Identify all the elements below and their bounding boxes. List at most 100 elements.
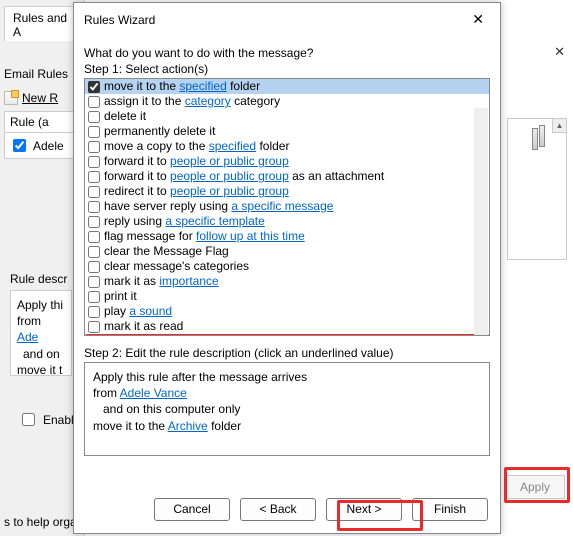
action-row[interactable]: reply using a specific template [85, 214, 489, 229]
rules-wizard-dialog: Rules Wizard ✕ What do you want to do wi… [73, 2, 501, 534]
action-label: assign it to the category category [104, 95, 280, 108]
new-rule-button[interactable]: New R [4, 91, 80, 105]
action-row[interactable]: mark it as importance [85, 274, 489, 289]
rule-column-header: Rule (a [4, 111, 80, 133]
desc-line1: Apply this rule after the message arrive… [93, 369, 481, 385]
cancel-button[interactable]: Cancel [154, 498, 230, 521]
action-row[interactable]: delete it [85, 109, 489, 124]
action-row[interactable]: forward it to people or public group [85, 154, 489, 169]
rule-row-name: Adele [33, 139, 64, 153]
action-checkbox[interactable] [88, 171, 100, 183]
finish-button[interactable]: Finish [412, 498, 488, 521]
desc-folder-link[interactable]: Archive [168, 419, 208, 433]
step2-label: Step 2: Edit the rule description (click… [84, 346, 490, 360]
action-label: redirect it to people or public group [104, 185, 289, 198]
rule-row-checkbox[interactable] [13, 139, 26, 152]
action-checkbox[interactable] [88, 306, 100, 318]
action-checkbox[interactable] [88, 276, 100, 288]
action-row[interactable]: forward it to people or public group as … [85, 169, 489, 184]
action-row[interactable]: flag message for follow up at this time [85, 229, 489, 244]
action-checkbox[interactable] [88, 201, 100, 213]
action-checkbox[interactable] [88, 156, 100, 168]
parent-tab[interactable]: Rules and A [4, 6, 80, 41]
action-row[interactable]: move a copy to the specified folder [85, 139, 489, 154]
action-link[interactable]: specified [179, 79, 226, 93]
action-row[interactable]: play a sound [85, 304, 489, 319]
action-link[interactable]: people or public group [170, 154, 289, 168]
action-link[interactable]: people or public group [170, 184, 289, 198]
action-checkbox[interactable] [88, 111, 100, 123]
dialog-titlebar: Rules Wizard ✕ [74, 3, 500, 34]
action-label: move it to the specified folder [104, 80, 260, 93]
action-checkbox[interactable] [88, 81, 100, 93]
action-label: move a copy to the specified folder [104, 140, 289, 153]
action-link[interactable]: follow up at this time [196, 229, 305, 243]
action-link[interactable]: a sound [129, 304, 172, 318]
apply-button[interactable]: Apply [505, 475, 565, 499]
action-checkbox[interactable] [88, 216, 100, 228]
action-checkbox[interactable] [88, 321, 100, 333]
action-link[interactable]: a specific message [231, 199, 333, 213]
move-to-folder-icon [532, 125, 554, 147]
desc-line2: from Adele Vance [93, 385, 481, 401]
parent-help-text: s to help orga [4, 515, 77, 529]
action-row[interactable]: redirect it to people or public group [85, 184, 489, 199]
action-checkbox[interactable] [88, 96, 100, 108]
action-label: delete it [104, 110, 146, 123]
next-button[interactable]: Next > [326, 498, 402, 521]
action-row[interactable]: stop processing more rules [85, 334, 489, 336]
desc-line4: move it to the Archive folder [93, 418, 481, 434]
wizard-prompt: What do you want to do with the message? [84, 46, 490, 60]
action-row[interactable]: assign it to the category category [85, 94, 489, 109]
action-link[interactable]: importance [159, 274, 218, 288]
action-label: clear the Message Flag [104, 245, 229, 258]
dialog-title: Rules Wizard [84, 13, 155, 27]
action-label: permanently delete it [104, 125, 215, 138]
action-link[interactable]: a specific template [165, 214, 264, 228]
rule-description-editor[interactable]: Apply this rule after the message arrive… [84, 362, 490, 456]
desc-sender-link[interactable]: Adele Vance [120, 386, 187, 400]
scroll-up-icon[interactable]: ▲ [552, 119, 566, 133]
parent-rule-preview-box: ▲ [507, 118, 567, 260]
action-label: have server reply using a specific messa… [104, 200, 333, 213]
action-row[interactable]: move it to the specified folder [85, 79, 489, 94]
action-label: print it [104, 290, 137, 303]
action-label: play a sound [104, 305, 172, 318]
action-row[interactable]: clear the Message Flag [85, 244, 489, 259]
enable-rule-checkbox[interactable]: Enable [18, 410, 80, 429]
rule-row[interactable]: Adele [4, 133, 80, 159]
parent-close-icon[interactable]: ✕ [554, 44, 565, 60]
rule-description-label: Rule descr [10, 272, 67, 286]
action-label: reply using a specific template [104, 215, 265, 228]
action-link[interactable]: people or public group [170, 169, 289, 183]
action-link[interactable]: specified [209, 139, 256, 153]
action-checkbox[interactable] [88, 291, 100, 303]
email-rules-label: Email Rules [4, 67, 80, 81]
rule-description-box: Apply thi from Ade and on move it t and … [10, 290, 72, 376]
enable-checkbox-input[interactable] [22, 413, 35, 426]
desc-line3: and on this computer only [103, 401, 481, 417]
action-checkbox[interactable] [88, 261, 100, 273]
step1-label: Step 1: Select action(s) [84, 62, 490, 76]
back-button[interactable]: < Back [240, 498, 316, 521]
new-rule-icon [4, 91, 18, 105]
action-row[interactable]: clear message's categories [85, 259, 489, 274]
action-row[interactable]: mark it as read [85, 319, 489, 334]
action-checkbox[interactable] [88, 246, 100, 258]
action-label: clear message's categories [104, 260, 249, 273]
action-label: forward it to people or public group [104, 155, 289, 168]
action-link[interactable]: category [185, 94, 231, 108]
action-row[interactable]: print it [85, 289, 489, 304]
scrollbar-track[interactable] [474, 108, 488, 336]
action-label: mark it as read [104, 320, 183, 333]
action-checkbox[interactable] [88, 141, 100, 153]
action-checkbox[interactable] [88, 231, 100, 243]
action-row[interactable]: permanently delete it [85, 124, 489, 139]
close-icon[interactable]: ✕ [466, 9, 490, 30]
action-row[interactable]: have server reply using a specific messa… [85, 199, 489, 214]
action-checkbox[interactable] [88, 186, 100, 198]
new-rule-label: New R [22, 91, 58, 105]
action-checkbox[interactable] [88, 126, 100, 138]
dialog-buttons: Cancel < Back Next > Finish [74, 488, 500, 533]
actions-list[interactable]: move it to the specified folder assign it… [84, 78, 490, 336]
